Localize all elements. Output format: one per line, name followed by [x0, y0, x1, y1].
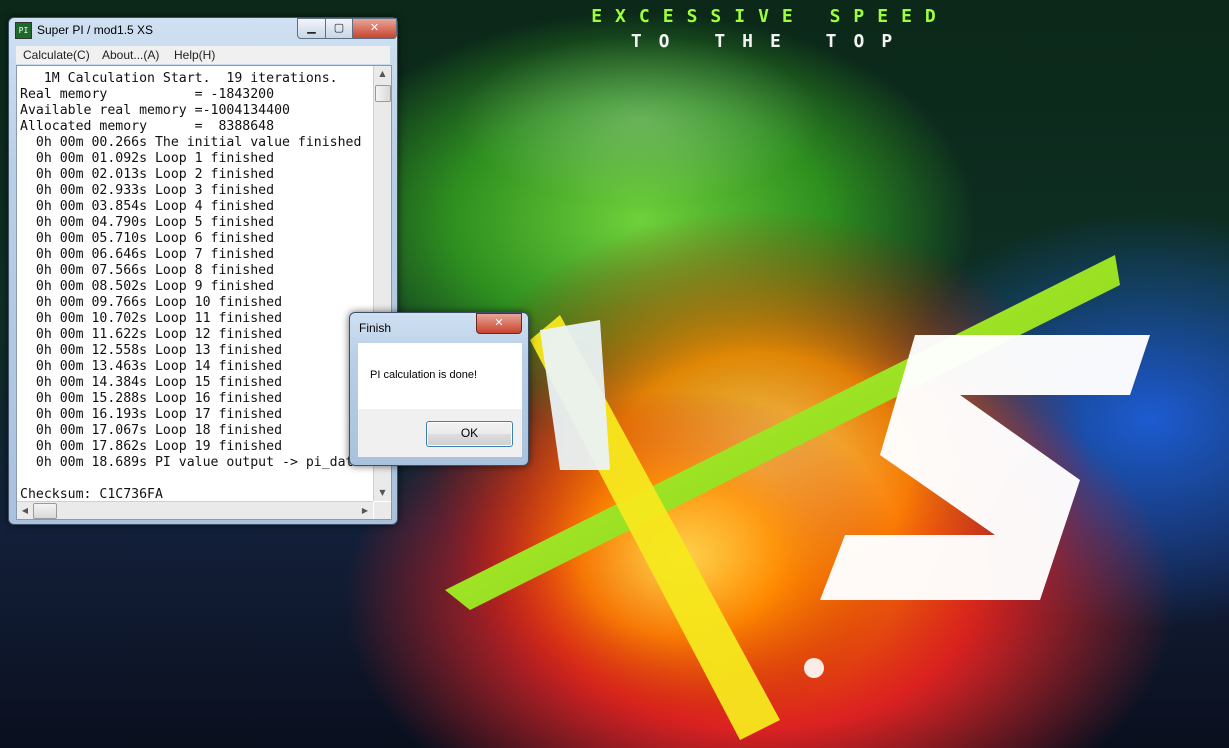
menu-bar: Calculate(C) About...(A) Help(H): [16, 46, 390, 64]
scroll-right-icon[interactable]: ▶: [357, 502, 373, 519]
console-line: 0h 00m 18.689s PI value output -> pi_dat…: [20, 455, 372, 470]
maximize-button[interactable]: ▢: [325, 18, 353, 39]
dialog-close-button[interactable]: ✕: [476, 313, 522, 334]
console-line: 0h 00m 06.646s Loop 7 finished: [20, 247, 275, 262]
console-line: Real memory = -1843200: [20, 87, 275, 102]
console-line: Allocated memory = 8388648: [20, 119, 275, 134]
console-line: 0h 00m 17.862s Loop 19 finished: [20, 439, 283, 454]
console-line: 0h 00m 17.067s Loop 18 finished: [20, 423, 283, 438]
close-icon: ✕: [494, 316, 504, 329]
console-line: 0h 00m 02.933s Loop 3 finished: [20, 183, 275, 198]
console-line: 0h 00m 11.622s Loop 12 finished: [20, 327, 283, 342]
menu-about[interactable]: About...(A): [102, 48, 159, 62]
console-line: 0h 00m 12.558s Loop 13 finished: [20, 343, 283, 358]
scroll-up-icon[interactable]: ▲: [374, 66, 391, 82]
console-text: 1M Calculation Start. 19 iterations. Real…: [20, 71, 372, 515]
dialog-message: PI calculation is done!: [370, 369, 478, 381]
dialog-title: Finish: [359, 321, 392, 335]
super-pi-app-icon[interactable]: PI: [15, 22, 32, 39]
console-line: 0h 00m 04.790s Loop 5 finished: [20, 215, 275, 230]
close-button[interactable]: ✕: [352, 18, 397, 39]
wallpaper-banner: EXCESSIVE SPEED TO THE TOP: [520, 6, 1020, 52]
minimize-icon: ▁: [307, 21, 316, 34]
console-line: 0h 00m 10.702s Loop 11 finished: [20, 311, 283, 326]
horizontal-scrollbar[interactable]: ◀ ▶: [17, 501, 373, 519]
scrollbar-corner: [374, 502, 391, 519]
banner-line-2: TO THE TOP: [630, 31, 910, 52]
console-line: 0h 00m 08.502s Loop 9 finished: [20, 279, 275, 294]
title-bar[interactable]: PI Super PI / mod1.5 XS ▁ ▢ ✕: [9, 18, 397, 42]
console-line: 0h 00m 07.566s Loop 8 finished: [20, 263, 275, 278]
console-output[interactable]: 1M Calculation Start. 19 iterations. Real…: [16, 65, 392, 520]
console-line: 0h 00m 13.463s Loop 14 finished: [20, 359, 283, 374]
console-line: 0h 00m 03.854s Loop 4 finished: [20, 199, 275, 214]
console-line: 0h 00m 02.013s Loop 2 finished: [20, 167, 275, 182]
window-title: Super PI / mod1.5 XS: [37, 23, 154, 37]
console-line: 0h 00m 16.193s Loop 17 finished: [20, 407, 283, 422]
maximize-icon: ▢: [333, 21, 345, 34]
finish-dialog[interactable]: Finish ✕ PI calculation is done! OK: [349, 312, 529, 466]
console-line: 0h 00m 01.092s Loop 1 finished: [20, 151, 275, 166]
dialog-body: PI calculation is done!: [358, 343, 522, 409]
close-icon: ✕: [369, 21, 380, 34]
dialog-footer: OK: [358, 409, 522, 457]
minimize-button[interactable]: ▁: [297, 18, 326, 39]
console-line: 0h 00m 15.288s Loop 16 finished: [20, 391, 283, 406]
scroll-down-icon[interactable]: ▼: [374, 485, 391, 501]
console-line: 1M Calculation Start. 19 iterations.: [20, 71, 338, 86]
console-line: 0h 00m 09.766s Loop 10 finished: [20, 295, 283, 310]
banner-line-1: EXCESSIVE SPEED: [591, 6, 949, 27]
super-pi-window[interactable]: PI Super PI / mod1.5 XS ▁ ▢ ✕ Calculate(…: [8, 17, 398, 525]
menu-help[interactable]: Help(H): [174, 48, 215, 62]
vertical-scroll-thumb[interactable]: [375, 85, 391, 102]
ok-button[interactable]: OK: [426, 421, 513, 447]
console-line: 0h 00m 00.266s The initial value finishe…: [20, 135, 362, 150]
console-line: Available real memory =-1004134400: [20, 103, 290, 118]
console-line: 0h 00m 14.384s Loop 15 finished: [20, 375, 283, 390]
horizontal-scroll-thumb[interactable]: [33, 503, 57, 519]
scroll-left-icon[interactable]: ◀: [17, 502, 33, 519]
console-line: 0h 00m 05.710s Loop 6 finished: [20, 231, 275, 246]
menu-calculate[interactable]: Calculate(C): [23, 48, 90, 62]
